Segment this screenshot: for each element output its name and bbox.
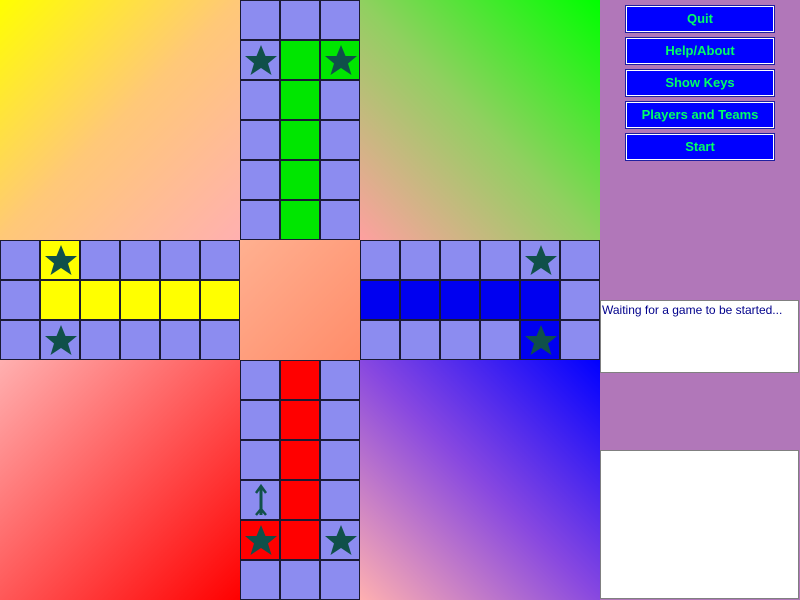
track-cell[interactable] bbox=[400, 240, 440, 280]
track-cell[interactable] bbox=[40, 280, 80, 320]
track-cell[interactable] bbox=[160, 280, 200, 320]
track-cell[interactable] bbox=[200, 280, 240, 320]
track-cell[interactable] bbox=[240, 200, 280, 240]
track-cell[interactable] bbox=[40, 320, 80, 360]
track-cell[interactable] bbox=[280, 400, 320, 440]
star-icon bbox=[245, 525, 277, 555]
track-cell[interactable] bbox=[120, 280, 160, 320]
chat-area[interactable] bbox=[600, 450, 799, 599]
track-cell[interactable] bbox=[240, 120, 280, 160]
track-cell[interactable] bbox=[320, 40, 360, 80]
track-cell[interactable] bbox=[480, 240, 520, 280]
track-cell[interactable] bbox=[360, 240, 400, 280]
track-cell[interactable] bbox=[240, 360, 280, 400]
track-cell[interactable] bbox=[520, 240, 560, 280]
star-icon bbox=[325, 45, 357, 75]
quit-button[interactable]: Quit bbox=[625, 5, 775, 33]
track-cell[interactable] bbox=[440, 280, 480, 320]
star-icon bbox=[45, 325, 77, 355]
status-message: Waiting for a game to be started... bbox=[602, 303, 783, 317]
track-cell[interactable] bbox=[160, 320, 200, 360]
show-keys-button[interactable]: Show Keys bbox=[625, 69, 775, 97]
track-cell[interactable] bbox=[280, 120, 320, 160]
track-cell[interactable] bbox=[0, 240, 40, 280]
star-icon bbox=[245, 45, 277, 75]
track-cell[interactable] bbox=[280, 80, 320, 120]
track-cell[interactable] bbox=[440, 240, 480, 280]
track-cell[interactable] bbox=[320, 120, 360, 160]
track-cell[interactable] bbox=[280, 440, 320, 480]
track-cell[interactable] bbox=[320, 80, 360, 120]
game-board[interactable] bbox=[0, 0, 600, 600]
track-cell[interactable] bbox=[320, 200, 360, 240]
track-cell[interactable] bbox=[320, 480, 360, 520]
track-cell[interactable] bbox=[80, 320, 120, 360]
track-cell[interactable] bbox=[560, 240, 600, 280]
track-cell[interactable] bbox=[320, 0, 360, 40]
track-cell[interactable] bbox=[80, 280, 120, 320]
track-cell[interactable] bbox=[320, 560, 360, 600]
track-cell[interactable] bbox=[240, 40, 280, 80]
track-cell[interactable] bbox=[240, 520, 280, 560]
track-cell[interactable] bbox=[280, 520, 320, 560]
track-cell[interactable] bbox=[280, 200, 320, 240]
status-message-box: Waiting for a game to be started... bbox=[600, 300, 799, 373]
track-cell[interactable] bbox=[240, 80, 280, 120]
yellow-yard bbox=[0, 0, 240, 240]
track-cell[interactable] bbox=[280, 560, 320, 600]
track-cell[interactable] bbox=[0, 320, 40, 360]
track-cell[interactable] bbox=[400, 320, 440, 360]
start-button[interactable]: Start bbox=[625, 133, 775, 161]
track-cell[interactable] bbox=[320, 360, 360, 400]
players-and-teams-button[interactable]: Players and Teams bbox=[625, 101, 775, 129]
track-cell[interactable] bbox=[240, 440, 280, 480]
track-cell[interactable] bbox=[160, 240, 200, 280]
star-icon bbox=[325, 525, 357, 555]
track-cell[interactable] bbox=[200, 240, 240, 280]
track-cell[interactable] bbox=[480, 280, 520, 320]
track-cell[interactable] bbox=[240, 560, 280, 600]
side-panel: Quit Help/About Show Keys Players and Te… bbox=[600, 0, 800, 600]
star-icon bbox=[525, 245, 557, 275]
track-cell[interactable] bbox=[520, 280, 560, 320]
track-cell[interactable] bbox=[280, 160, 320, 200]
track-cell[interactable] bbox=[320, 400, 360, 440]
track-cell[interactable] bbox=[240, 0, 280, 40]
track-cell[interactable] bbox=[360, 280, 400, 320]
track-cell[interactable] bbox=[560, 280, 600, 320]
track-cell[interactable] bbox=[560, 320, 600, 360]
track-cell[interactable] bbox=[320, 520, 360, 560]
track-cell[interactable] bbox=[400, 280, 440, 320]
track-cell[interactable] bbox=[320, 160, 360, 200]
star-icon bbox=[45, 245, 77, 275]
green-yard bbox=[360, 0, 600, 240]
track-cell[interactable] bbox=[280, 40, 320, 80]
track-cell[interactable] bbox=[480, 320, 520, 360]
home-center bbox=[240, 240, 360, 360]
arrow-up-icon bbox=[254, 483, 268, 516]
track-cell[interactable] bbox=[120, 240, 160, 280]
track-cell[interactable] bbox=[0, 280, 40, 320]
help-about-button[interactable]: Help/About bbox=[625, 37, 775, 65]
star-icon bbox=[525, 325, 557, 355]
track-cell[interactable] bbox=[280, 360, 320, 400]
track-cell[interactable] bbox=[440, 320, 480, 360]
track-cell[interactable] bbox=[280, 480, 320, 520]
blue-yard bbox=[360, 360, 600, 600]
track-cell[interactable] bbox=[80, 240, 120, 280]
track-cell[interactable] bbox=[40, 240, 80, 280]
track-cell[interactable] bbox=[320, 440, 360, 480]
track-cell[interactable] bbox=[360, 320, 400, 360]
red-yard bbox=[0, 360, 240, 600]
track-cell[interactable] bbox=[240, 160, 280, 200]
track-cell[interactable] bbox=[120, 320, 160, 360]
track-cell[interactable] bbox=[240, 400, 280, 440]
track-cell[interactable] bbox=[200, 320, 240, 360]
track-cell[interactable] bbox=[240, 480, 280, 520]
track-cell[interactable] bbox=[520, 320, 560, 360]
track-cell[interactable] bbox=[280, 0, 320, 40]
